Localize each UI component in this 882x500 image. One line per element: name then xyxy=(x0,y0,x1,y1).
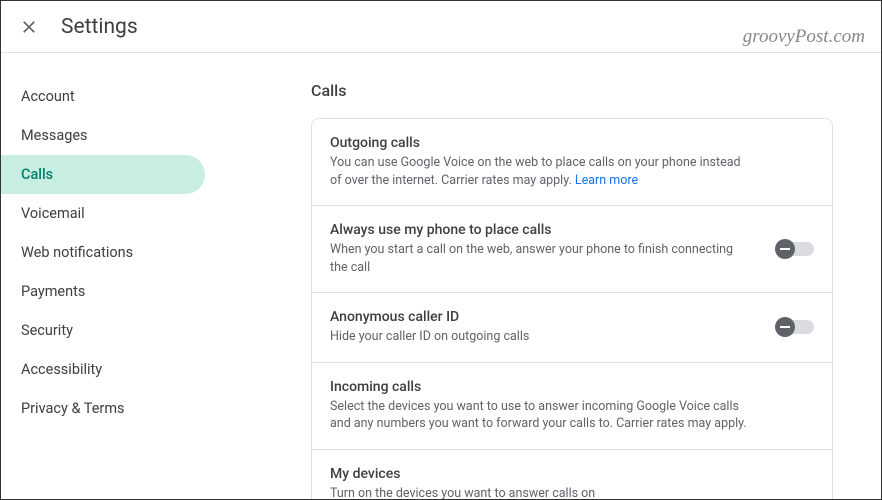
sidebar-item-label: Messages xyxy=(21,127,88,144)
sidebar-item-label: Account xyxy=(21,88,75,105)
sidebar-item-account[interactable]: Account xyxy=(1,77,205,116)
sidebar-item-label: Security xyxy=(21,322,73,339)
setting-incoming-calls: Incoming calls Select the devices you wa… xyxy=(312,363,832,450)
setting-label: Incoming calls xyxy=(330,379,814,395)
setting-label: Always use my phone to place calls xyxy=(330,222,760,238)
page-title: Settings xyxy=(61,15,138,39)
setting-text: My devices Turn on the devices you want … xyxy=(330,466,814,500)
setting-text: Incoming calls Select the devices you wa… xyxy=(330,379,814,433)
setting-outgoing-calls: Outgoing calls You can use Google Voice … xyxy=(312,119,832,206)
sidebar-item-security[interactable]: Security xyxy=(1,311,205,350)
sidebar-item-accessibility[interactable]: Accessibility xyxy=(1,350,205,389)
toggle-anonymous-caller-id[interactable] xyxy=(778,320,814,334)
content: Account Messages Calls Voicemail Web not… xyxy=(1,53,881,499)
toggle-thumb xyxy=(775,239,795,259)
section-title: Calls xyxy=(311,81,833,100)
setting-text: Anonymous caller ID Hide your caller ID … xyxy=(330,309,760,346)
sidebar-item-messages[interactable]: Messages xyxy=(1,116,205,155)
sidebar-item-privacy-terms[interactable]: Privacy & Terms xyxy=(1,389,205,428)
setting-label: My devices xyxy=(330,466,814,482)
setting-anonymous-caller-id: Anonymous caller ID Hide your caller ID … xyxy=(312,293,832,363)
setting-desc: Hide your caller ID on outgoing calls xyxy=(330,328,750,346)
learn-more-link[interactable]: Learn more xyxy=(575,173,638,188)
header: Settings groovyPost.com xyxy=(1,1,881,53)
settings-card: Outgoing calls You can use Google Voice … xyxy=(311,118,833,499)
sidebar-item-label: Accessibility xyxy=(21,361,102,378)
sidebar-item-label: Web notifications xyxy=(21,244,133,261)
sidebar-item-label: Payments xyxy=(21,283,85,300)
setting-label: Anonymous caller ID xyxy=(330,309,760,325)
sidebar-item-label: Privacy & Terms xyxy=(21,400,125,417)
setting-desc: You can use Google Voice on the web to p… xyxy=(330,154,750,189)
setting-my-devices: My devices Turn on the devices you want … xyxy=(312,450,832,500)
close-icon[interactable] xyxy=(19,17,39,37)
setting-label: Outgoing calls xyxy=(330,135,814,151)
sidebar-item-payments[interactable]: Payments xyxy=(1,272,205,311)
setting-desc: Select the devices you want to use to an… xyxy=(330,398,750,433)
setting-desc: When you start a call on the web, answer… xyxy=(330,241,750,276)
sidebar-item-calls[interactable]: Calls xyxy=(1,155,205,194)
main-panel: Calls Outgoing calls You can use Google … xyxy=(211,53,881,499)
toggle-thumb xyxy=(775,317,795,337)
sidebar-item-voicemail[interactable]: Voicemail xyxy=(1,194,205,233)
setting-text: Always use my phone to place calls When … xyxy=(330,222,760,276)
sidebar: Account Messages Calls Voicemail Web not… xyxy=(1,53,211,499)
setting-text: Outgoing calls You can use Google Voice … xyxy=(330,135,814,189)
toggle-always-use-phone[interactable] xyxy=(778,242,814,256)
setting-desc: Turn on the devices you want to answer c… xyxy=(330,485,750,500)
sidebar-item-web-notifications[interactable]: Web notifications xyxy=(1,233,205,272)
sidebar-item-label: Calls xyxy=(21,166,53,183)
setting-always-use-phone: Always use my phone to place calls When … xyxy=(312,206,832,293)
sidebar-item-label: Voicemail xyxy=(21,205,85,222)
watermark: groovyPost.com xyxy=(743,26,865,48)
